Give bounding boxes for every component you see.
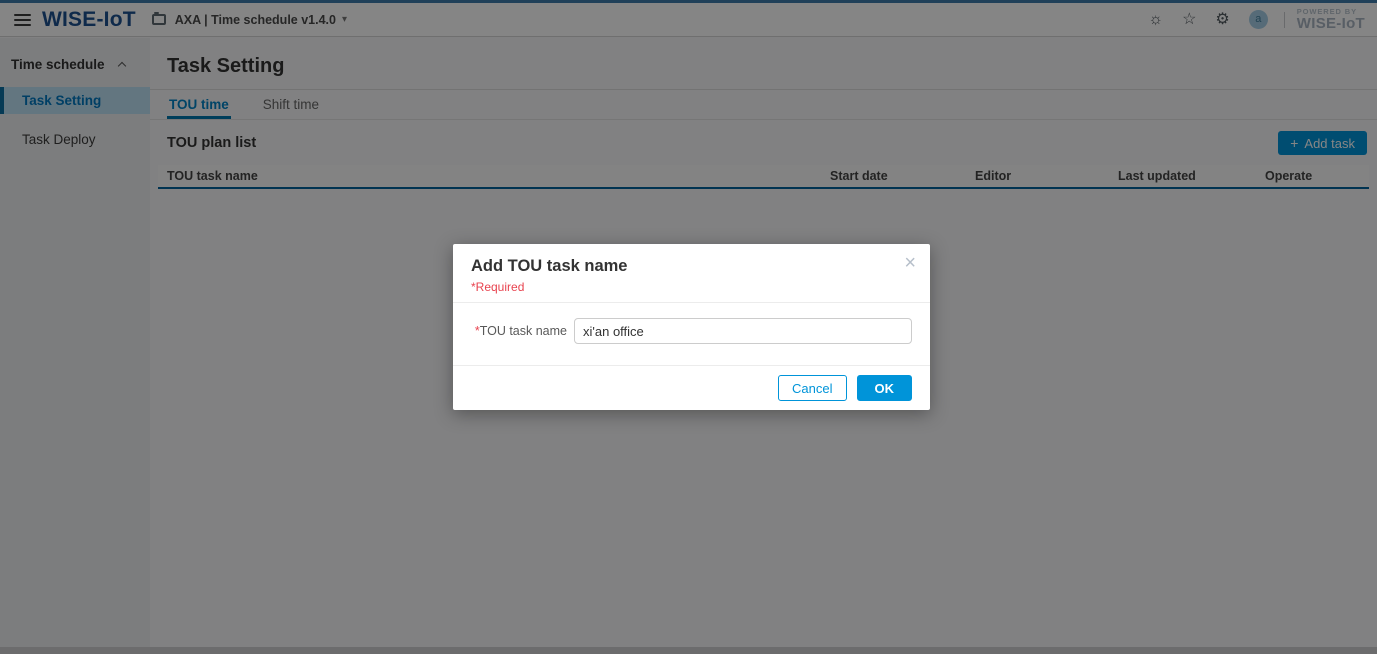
field-label: *TOU task name (471, 324, 567, 338)
close-icon[interactable]: × (904, 253, 916, 273)
modal-body: *TOU task name (453, 303, 930, 365)
app-window: WISE-IoT AXA | Time schedule v1.4.0 ▾ ☼ … (0, 0, 1377, 654)
cancel-button[interactable]: Cancel (778, 375, 846, 401)
modal-title: Add TOU task name (471, 257, 912, 276)
modal-footer: Cancel OK (453, 365, 930, 410)
modal-header: Add TOU task name *Required × (453, 244, 930, 303)
ok-button[interactable]: OK (857, 375, 913, 401)
add-tou-task-modal: Add TOU task name *Required × *TOU task … (453, 244, 930, 410)
required-note: *Required (471, 280, 912, 294)
field-label-text: TOU task name (480, 324, 567, 338)
tou-task-name-input[interactable] (574, 318, 912, 344)
